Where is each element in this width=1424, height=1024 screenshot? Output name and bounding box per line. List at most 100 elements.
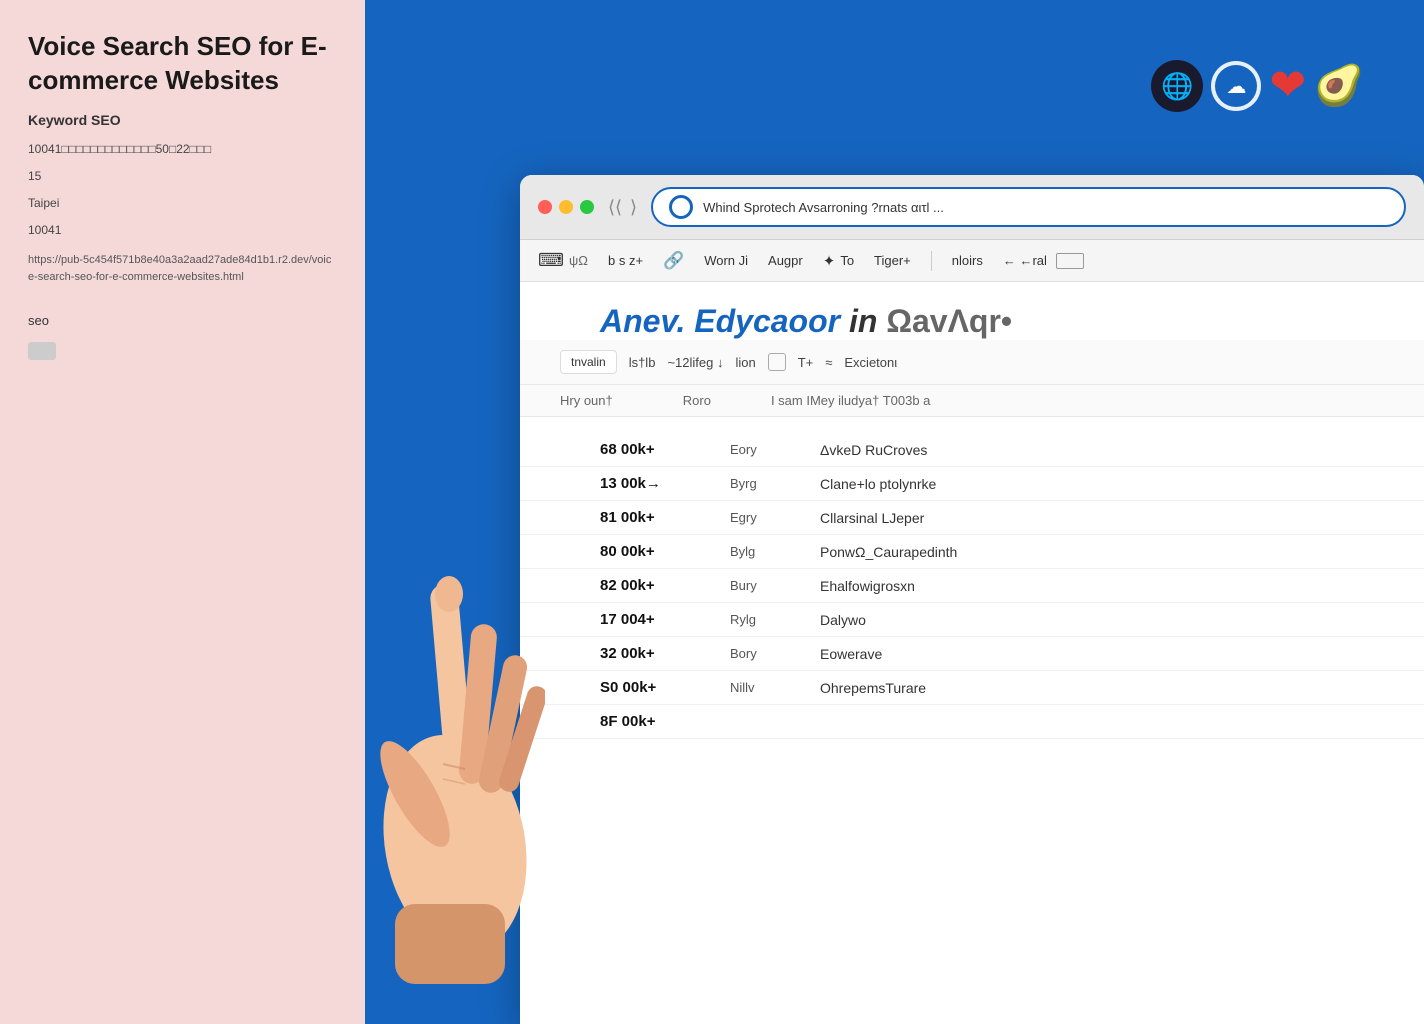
toolbar-label-2: b s z+ [608, 253, 643, 268]
traffic-light-red[interactable] [538, 200, 552, 214]
table-row: S0 00k+ Nillv OhrepemsTurare [520, 671, 1424, 705]
toolbar-item-1[interactable]: ⌨ ψΩ [538, 250, 588, 271]
row-vol: 8F 00k+ [600, 713, 730, 730]
toolbar-item-augpr[interactable]: Augpr [768, 253, 803, 268]
toolbar-worn-ji-label: Worn Ji [704, 253, 748, 268]
row-vol: 13 00k→ [600, 475, 730, 492]
filter-invalid-btn[interactable]: tnvalin [560, 350, 617, 374]
table-row: 81 00k+ Egry Cllarsinal LJeper [520, 501, 1424, 535]
meta-line4: 10041 [28, 221, 337, 240]
toolbar-aral-box [1056, 253, 1084, 269]
toolbar-aral-label: ← ←ral [1003, 253, 1047, 268]
row-keyword: Cllarsinal LJeper [820, 510, 1120, 526]
toolbar-item-star-te[interactable]: ✦ To [823, 252, 854, 270]
table-row: 17 004+ Rylg Dalywo [520, 603, 1424, 637]
sub-col-hry: Hry oun† [560, 393, 613, 408]
toolbar-item-aral[interactable]: ← ←ral [1003, 253, 1084, 269]
row-keyword: Clane+lo ptolynrke [820, 476, 1120, 492]
browser-icon-blue: ☁ [1211, 61, 1261, 111]
traffic-lights [538, 200, 594, 214]
col-header-approx: ≈ [825, 355, 832, 370]
row-diff: Byrg [730, 476, 820, 491]
sub-col-sam: I sam IMey iludya† T003b a [771, 393, 930, 408]
col-header-lifeg: ~12lifeg ↓ [667, 355, 723, 370]
table-row: 68 00k+ Eory ΔvkeD RuCroves [520, 433, 1424, 467]
traffic-light-yellow[interactable] [559, 200, 573, 214]
row-vol: 80 00k+ [600, 543, 730, 560]
page-heading: Anev. Edycaoor in ΩavΛqr• [560, 282, 1384, 340]
data-table: 68 00k+ Eory ΔvkeD RuCroves 13 00k→ Byrg… [520, 433, 1424, 739]
heading-sub: ΩavΛqr• [886, 303, 1012, 339]
row-vol: 81 00k+ [600, 509, 730, 526]
table-row: 8F 00k+ [520, 705, 1424, 739]
sub-col-roro: Roro [683, 393, 711, 408]
row-vol: 68 00k+ [600, 441, 730, 458]
url-line: https://pub-5c454f571b8e40a3a2aad27ade84… [28, 252, 337, 285]
table-row: 13 00k→ Byrg Clane+lo ptolynrke [520, 467, 1424, 501]
keyword-label: Keyword SEO [28, 112, 337, 128]
toolbar-to-label: To [840, 253, 854, 268]
traffic-light-green[interactable] [580, 200, 594, 214]
toolbar-item-3[interactable]: 🔗 [663, 251, 684, 271]
col-header-excie: Excietonι [844, 355, 897, 370]
meta-line3: Taipei [28, 194, 337, 213]
content-inner: Anev. Edycaoor in ΩavΛqr• [520, 282, 1424, 340]
table-row: 80 00k+ Bylg PonwΩ_Caurapedinth [520, 535, 1424, 569]
row-diff: Rylg [730, 612, 820, 627]
toolbar-separator [931, 251, 932, 271]
nav-back-icon[interactable]: ⟨⟨ [608, 197, 622, 218]
browser-window: ⟨⟨ ⟩ Whind Sprotech Avsarroning ?rnats α… [520, 175, 1424, 1024]
row-diff: Bury [730, 578, 820, 593]
row-keyword: Dalywo [820, 612, 1120, 628]
toolbar-tiger-label: Tiger+ [874, 253, 911, 268]
row-vol: 17 004+ [600, 611, 730, 628]
toolbar: ⌨ ψΩ b s z+ 🔗 Worn Ji Augpr ✦ To Tiger+ [520, 240, 1424, 282]
avocado-icon: 🥑 [1314, 66, 1364, 106]
toolbar-label-1: ψΩ [569, 253, 588, 268]
toolbar-nloirs-label: nloirs [952, 253, 983, 268]
row-keyword: Eowerave [820, 646, 1120, 662]
browser-icons: 🌐 ☁ ❤ 🥑 [1151, 60, 1364, 112]
col-header-lion: lion [735, 355, 755, 370]
sidebar: Voice Search SEO for E-commerce Websites… [0, 0, 365, 1024]
row-diff: Egry [730, 510, 820, 525]
heading-in: in [849, 303, 886, 339]
table-row: 82 00k+ Bury Ehalfowigrosxn [520, 569, 1424, 603]
seo-icon [28, 342, 56, 360]
browser-icon-dark: 🌐 [1151, 60, 1203, 112]
row-keyword: OhrepemsTurare [820, 680, 1120, 696]
col-header-t: T+ [798, 355, 814, 370]
row-keyword: Ehalfowigrosxn [820, 578, 1120, 594]
meta-line2: 15 [28, 167, 337, 186]
col-header-lstlb: ls†lb [629, 355, 656, 370]
toolbar-icon-3: 🔗 [663, 251, 684, 271]
row-vol: 32 00k+ [600, 645, 730, 662]
content-area: Anev. Edycaoor in ΩavΛqr• tnvalin ls†lb … [520, 282, 1424, 1024]
heart-icon: ❤ [1269, 64, 1306, 108]
address-bar[interactable]: Whind Sprotech Avsarroning ?rnats αιτl .… [651, 187, 1406, 227]
right-panel: 🌐 ☁ ❤ 🥑 ⟨⟨ ⟩ Whind Sprotech Avsarroning … [365, 0, 1424, 1024]
toolbar-item-2[interactable]: b s z+ [608, 253, 643, 268]
browser-nav-icons: ⟨⟨ ⟩ [608, 197, 637, 218]
toolbar-augpr-label: Augpr [768, 253, 803, 268]
col-header-box [768, 353, 786, 371]
page-title: Voice Search SEO for E-commerce Websites [28, 30, 337, 98]
meta-line1: 10041□□□□□□□□□□□□□50□22□□□ [28, 140, 337, 159]
loading-circle [669, 195, 693, 219]
toolbar-item-tiger[interactable]: Tiger+ [874, 253, 911, 268]
nav-forward-icon[interactable]: ⟩ [630, 197, 637, 218]
heading-blue: Anev. Edycaoor [600, 303, 840, 339]
browser-chrome: ⟨⟨ ⟩ Whind Sprotech Avsarroning ?rnats α… [520, 175, 1424, 240]
toolbar-item-nloirs[interactable]: nloirs [952, 253, 983, 268]
star-icon: ✦ [823, 252, 836, 270]
row-keyword: PonwΩ_Caurapedinth [820, 544, 1120, 560]
row-diff: Bylg [730, 544, 820, 559]
row-diff: Eory [730, 442, 820, 457]
address-text: Whind Sprotech Avsarroning ?rnats αιτl .… [703, 200, 1388, 215]
row-diff: Nillv [730, 680, 820, 695]
table-controls: tnvalin ls†lb ~12lifeg ↓ lion T+ ≈ Excie… [520, 340, 1424, 385]
row-vol: S0 00k+ [600, 679, 730, 696]
toolbar-item-worn-ji[interactable]: Worn Ji [704, 253, 748, 268]
row-vol: 82 00k+ [600, 577, 730, 594]
row-diff: Bory [730, 646, 820, 661]
